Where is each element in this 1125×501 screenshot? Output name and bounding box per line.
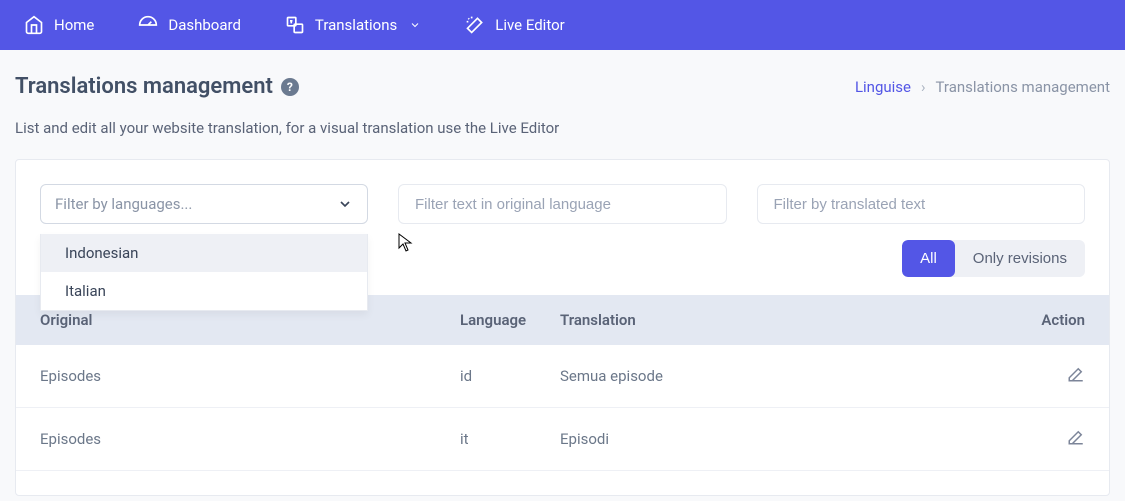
toggle-revisions-button[interactable]: Only revisions: [955, 240, 1085, 277]
translate-icon: [285, 15, 305, 35]
language-filter-placeholder: Filter by languages...: [55, 195, 192, 213]
page-title: Translations management ?: [15, 74, 299, 99]
chevron-down-icon: [337, 196, 353, 212]
nav-live-editor-label: Live Editor: [495, 16, 564, 34]
breadcrumb-current: Translations management: [936, 78, 1110, 96]
dropdown-option[interactable]: Italian: [41, 272, 367, 310]
help-icon[interactable]: ?: [281, 78, 299, 96]
th-translation: Translation: [560, 311, 1025, 329]
nav-home[interactable]: Home: [16, 15, 102, 35]
original-text-filter[interactable]: [398, 184, 727, 224]
edit-icon[interactable]: [1067, 365, 1085, 383]
revision-toggle: All Only revisions: [902, 240, 1085, 277]
edit-icon[interactable]: [1067, 428, 1085, 446]
top-nav: Home Dashboard Translations Live Editor: [0, 0, 1125, 50]
table-row: Episodes id Semua episode: [16, 345, 1109, 408]
cell-translation: Semua episode: [560, 367, 1025, 385]
page-subtitle: List and edit all your website translati…: [15, 119, 1110, 137]
gauge-icon: [138, 15, 158, 35]
nav-translations-label: Translations: [315, 16, 397, 34]
magic-wand-icon: [465, 15, 485, 35]
th-language: Language: [460, 311, 560, 329]
home-icon: [24, 15, 44, 35]
cell-original: Episodes: [40, 430, 460, 448]
breadcrumb: Linguise › Translations management: [855, 78, 1110, 96]
table-row: Episodes it Episodi: [16, 408, 1109, 471]
cell-language: id: [460, 367, 560, 385]
th-original: Original: [40, 311, 460, 329]
cell-original: Episodes: [40, 367, 460, 385]
chevron-right-icon: ›: [921, 78, 926, 96]
translated-text-filter[interactable]: [757, 184, 1086, 224]
translations-table: Original Language Translation Action Epi…: [16, 295, 1109, 471]
nav-translations[interactable]: Translations: [277, 15, 429, 35]
nav-live-editor[interactable]: Live Editor: [457, 15, 572, 35]
dropdown-option[interactable]: Indonesian: [41, 234, 367, 272]
nav-dashboard-label: Dashboard: [168, 16, 241, 34]
cell-translation: Episodi: [560, 430, 1025, 448]
cell-language: it: [460, 430, 560, 448]
language-filter-select[interactable]: Filter by languages...: [40, 184, 368, 224]
nav-home-label: Home: [54, 16, 94, 34]
chevron-down-icon: [409, 19, 421, 31]
nav-dashboard[interactable]: Dashboard: [130, 15, 249, 35]
filters-card: Filter by languages... Indonesian Italia…: [15, 159, 1110, 496]
toggle-all-button[interactable]: All: [902, 240, 955, 277]
language-dropdown: Indonesian Italian: [40, 234, 368, 311]
breadcrumb-link[interactable]: Linguise: [855, 78, 911, 96]
th-action: Action: [1025, 311, 1085, 329]
